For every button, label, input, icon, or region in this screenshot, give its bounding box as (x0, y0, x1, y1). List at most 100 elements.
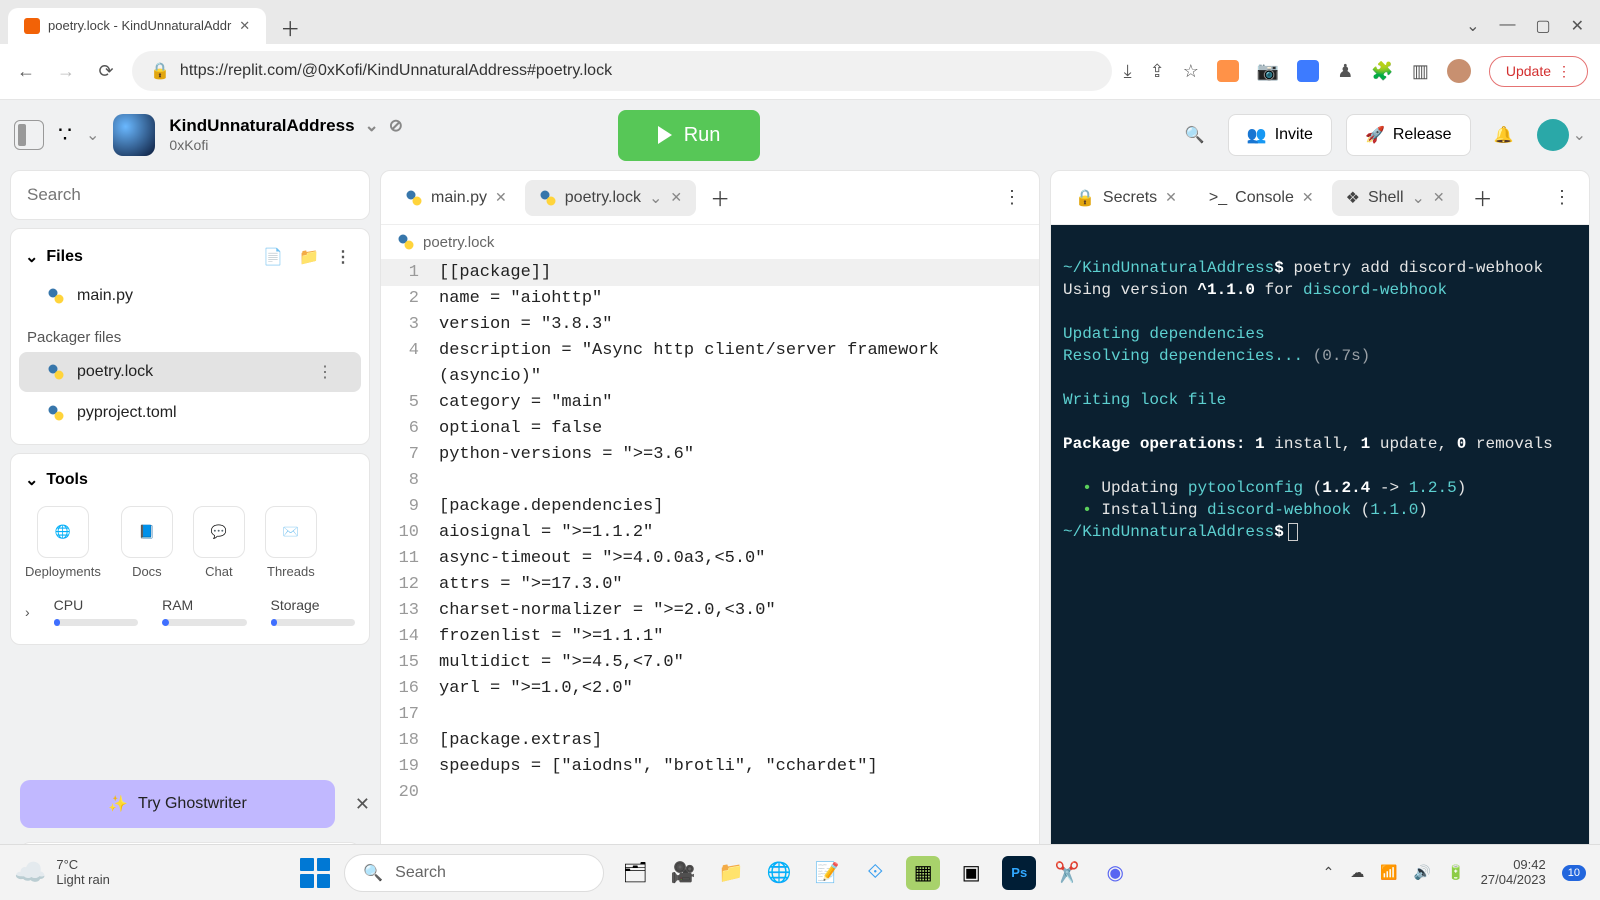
update-button[interactable]: Update ⋮ (1489, 56, 1588, 87)
chevron-down-icon[interactable]: ⌄ (86, 125, 99, 145)
address-bar[interactable]: 🔒 https://replit.com/@0xKofi/KindUnnatur… (132, 51, 1112, 91)
profile-avatar[interactable] (1447, 59, 1471, 83)
forward-button[interactable]: → (52, 57, 80, 85)
code-line[interactable]: 6optional = false (381, 416, 1039, 442)
kebab-icon[interactable]: ⋮ (331, 245, 355, 269)
close-icon[interactable]: ✕ (239, 18, 250, 34)
new-file-icon[interactable]: 📄 (259, 245, 287, 269)
start-button[interactable] (300, 858, 330, 888)
extension-blue-icon[interactable] (1297, 60, 1319, 82)
browser-tab[interactable]: poetry.lock - KindUnnaturalAddr ✕ (8, 8, 266, 44)
taskbar-app-discord[interactable]: ◉ (1098, 856, 1132, 890)
tool-docs[interactable]: 📘Docs (121, 506, 173, 579)
taskbar-app-explorer[interactable]: 📁 (714, 856, 748, 890)
search-input[interactable] (10, 170, 370, 220)
run-button[interactable]: Run (618, 110, 761, 161)
code-line[interactable]: 10aiosignal = ">=1.1.2" (381, 520, 1039, 546)
maximize-icon[interactable]: ▢ (1535, 16, 1550, 36)
code-line[interactable]: 9[package.dependencies] (381, 494, 1039, 520)
code-line[interactable]: 17 (381, 702, 1039, 728)
tab-secrets[interactable]: 🔒 Secrets ✕ (1061, 180, 1191, 216)
share-icon[interactable]: ⇪ (1150, 61, 1165, 82)
tool-deployments[interactable]: 🌐Deployments (25, 506, 101, 579)
chevron-right-icon[interactable]: › (25, 604, 30, 620)
kebab-icon[interactable]: ⋮ (317, 362, 333, 382)
minimize-icon[interactable]: — (1499, 16, 1515, 36)
new-folder-icon[interactable]: 📁 (295, 245, 323, 269)
code-editor[interactable]: 1[[package]]2name = "aiohttp"3version = … (381, 260, 1039, 851)
taskbar-app-photoshop[interactable]: Ps (1002, 856, 1036, 890)
star-icon[interactable]: ☆ (1183, 61, 1199, 82)
tab-main-py[interactable]: main.py ✕ (391, 181, 521, 215)
wifi-icon[interactable]: 📶 (1380, 864, 1397, 881)
file-item-main[interactable]: main.py (19, 277, 361, 315)
extension-metamask-icon[interactable] (1217, 60, 1239, 82)
kebab-icon[interactable]: ⋮ (1545, 183, 1579, 212)
taskbar-app-snip[interactable]: ✂️ (1050, 856, 1084, 890)
chevron-down-icon[interactable]: ⌄ (25, 470, 38, 490)
volume-icon[interactable]: 🔊 (1414, 864, 1431, 881)
link-icon[interactable]: ⊘ (389, 116, 403, 136)
back-button[interactable]: ← (12, 57, 40, 85)
chevron-up-icon[interactable]: ⌃ (1323, 864, 1335, 881)
code-line[interactable]: 8 (381, 468, 1039, 494)
search-icon[interactable]: 🔍 (1176, 116, 1214, 154)
code-line[interactable]: 11async-timeout = ">=4.0.0a3,<5.0" (381, 546, 1039, 572)
add-tab-button[interactable]: ＋ (700, 179, 740, 216)
taskbar-app-meet[interactable]: 🎥 (666, 856, 700, 890)
release-button[interactable]: 🚀 Release (1346, 114, 1471, 156)
code-line[interactable]: 20 (381, 780, 1039, 806)
taskbar-search[interactable]: 🔍 Search (344, 854, 604, 892)
code-line[interactable]: 18[package.extras] (381, 728, 1039, 754)
chevron-down-icon[interactable]: ⌄ (649, 188, 662, 208)
bell-icon[interactable]: 🔔 (1485, 116, 1523, 154)
taskbar-app-pycharm[interactable]: ▦ (906, 856, 940, 890)
taskbar-app-vscode[interactable]: ⟐ (858, 856, 892, 890)
invite-button[interactable]: 👥 Invite (1228, 114, 1332, 156)
close-icon[interactable]: ✕ (1302, 189, 1314, 206)
code-line[interactable]: 7python-versions = ">=3.6" (381, 442, 1039, 468)
code-line[interactable]: 4description = "Async http client/server… (381, 338, 1039, 390)
terminal[interactable]: ~/KindUnnaturalAddress$ poetry add disco… (1051, 225, 1589, 889)
taskbar-app-terminal[interactable]: ▣ (954, 856, 988, 890)
chevron-down-icon[interactable]: ⌄ (1412, 188, 1425, 208)
chevron-down-icon[interactable]: ⌄ (1573, 125, 1586, 145)
code-line[interactable]: 1[[package]] (381, 260, 1039, 286)
close-icon[interactable]: ✕ (670, 189, 682, 206)
chevron-down-icon[interactable]: ⌄ (1466, 16, 1479, 36)
tool-threads[interactable]: ✉️Threads (265, 506, 317, 579)
code-line[interactable]: 19speedups = ["aiodns", "brotli", "cchar… (381, 754, 1039, 780)
kebab-icon[interactable]: ⋮ (995, 183, 1029, 212)
close-icon[interactable]: ✕ (1165, 189, 1177, 206)
code-line[interactable]: 14frozenlist = ">=1.1.1" (381, 624, 1039, 650)
install-icon[interactable]: ⤓ (1124, 61, 1132, 82)
user-avatar[interactable] (1537, 119, 1569, 151)
taskbar-app-notepad[interactable]: 📝 (810, 856, 844, 890)
file-item-poetry-lock[interactable]: poetry.lock ⋮ (19, 352, 361, 392)
extensions-puzzle-icon[interactable]: 🧩 (1371, 61, 1393, 82)
close-icon[interactable]: ✕ (1433, 189, 1445, 206)
code-line[interactable]: 16yarl = ">=1.0,<2.0" (381, 676, 1039, 702)
tool-chat[interactable]: 💬Chat (193, 506, 245, 579)
cloud-icon[interactable]: ☁ (1350, 864, 1364, 881)
tab-shell[interactable]: ❖ Shell ⌄ ✕ (1332, 180, 1459, 216)
close-window-icon[interactable]: ✕ (1571, 16, 1584, 36)
new-tab-button[interactable]: ＋ (274, 12, 306, 44)
taskbar-app-taskview[interactable]: 🗂 (618, 856, 652, 890)
camera-icon[interactable]: 📷 (1257, 61, 1279, 82)
code-line[interactable]: 13charset-normalizer = ">=2.0,<3.0" (381, 598, 1039, 624)
tab-poetry-lock[interactable]: poetry.lock ⌄ ✕ (525, 180, 696, 216)
extension-chess-icon[interactable]: ♟ (1337, 61, 1353, 82)
code-line[interactable]: 12attrs = ">=17.3.0" (381, 572, 1039, 598)
reload-button[interactable]: ⟳ (92, 57, 120, 85)
battery-icon[interactable]: 🔋 (1447, 864, 1464, 881)
sidepanel-icon[interactable]: ▥ (1412, 61, 1429, 82)
ghostwriter-button[interactable]: ✨ Try Ghostwriter (20, 780, 335, 828)
notification-badge[interactable]: 10 (1562, 865, 1586, 881)
code-line[interactable]: 2name = "aiohttp" (381, 286, 1039, 312)
code-line[interactable]: 5category = "main" (381, 390, 1039, 416)
code-line[interactable]: 15multidict = ">=4.5,<7.0" (381, 650, 1039, 676)
file-item-pyproject[interactable]: pyproject.toml (19, 394, 361, 432)
taskbar-clock[interactable]: 09:42 27/04/2023 (1481, 858, 1546, 887)
tab-console[interactable]: >_ Console ✕ (1195, 181, 1328, 215)
